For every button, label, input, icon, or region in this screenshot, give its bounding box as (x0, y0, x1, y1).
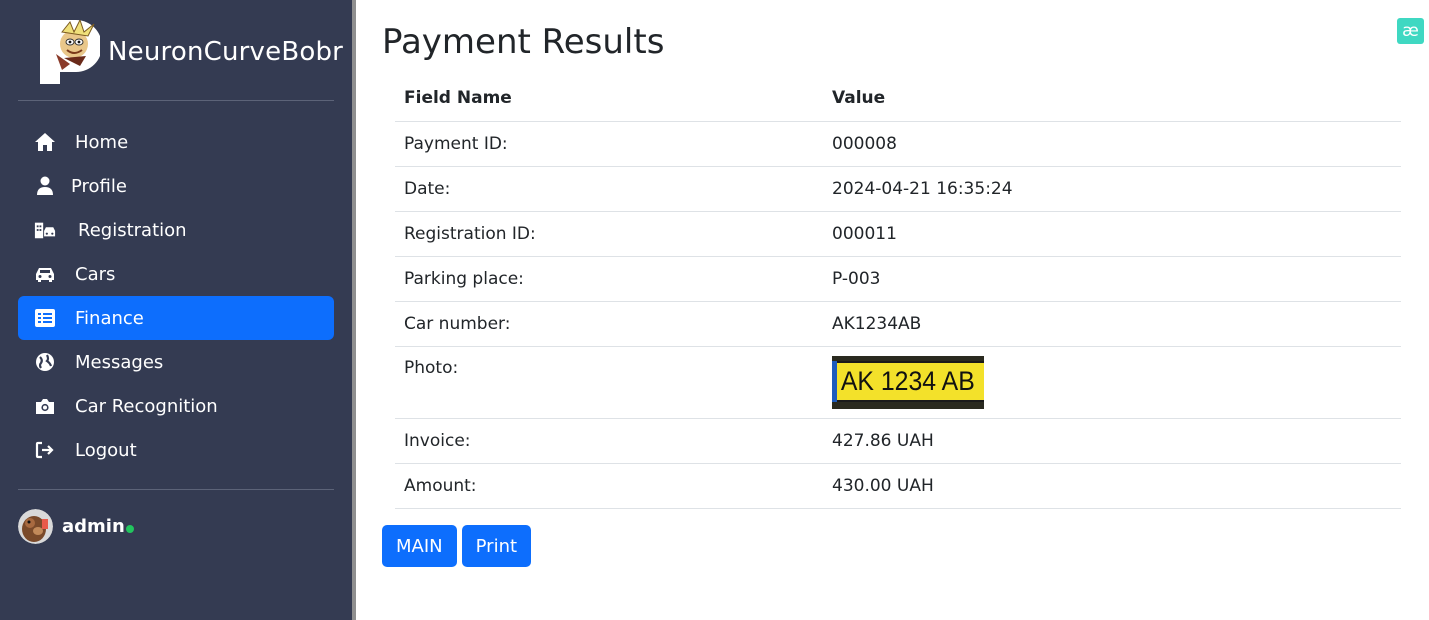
table-header-row: Field Name Value (395, 76, 1401, 122)
field-label: Payment ID: (395, 121, 823, 167)
field-value: 000008 (823, 121, 1401, 167)
field-label: Registration ID: (395, 211, 823, 257)
page-title: Payment Results (382, 22, 665, 62)
field-label: Invoice: (395, 418, 823, 464)
table-row: Amount: 430.00 UAH (395, 463, 1401, 509)
table-row: Payment ID: 000008 (395, 121, 1401, 167)
home-icon (34, 131, 56, 153)
field-label: Photo: (395, 346, 823, 419)
field-label: Amount: (395, 463, 823, 509)
sidebar: NeuronCurveBobr Home Profile Registratio… (0, 0, 352, 620)
column-header-field-name: Field Name (395, 76, 823, 122)
field-value: 430.00 UAH (823, 463, 1401, 509)
main-button[interactable]: MAIN (382, 525, 457, 567)
globe-icon (34, 351, 56, 373)
sidebar-item-messages[interactable]: Messages (18, 340, 334, 384)
action-buttons: MAIN Print (382, 525, 532, 567)
column-header-value: Value (823, 76, 1401, 122)
field-label: Date: (395, 166, 823, 212)
sidebar-divider (18, 100, 334, 101)
car-icon (34, 263, 56, 285)
brand[interactable]: NeuronCurveBobr (40, 18, 344, 84)
license-plate-photo: AK 1234 AB (832, 355, 984, 409)
user-name: admin (62, 515, 125, 537)
plate-country-strip (832, 360, 837, 402)
sidebar-item-profile[interactable]: Profile (18, 164, 334, 208)
sidebar-divider (18, 489, 334, 490)
app-root: NeuronCurveBobr Home Profile Registratio… (0, 0, 1429, 620)
sidebar-item-home[interactable]: Home (18, 120, 334, 164)
online-status-dot (125, 525, 134, 533)
sidebar-item-label: Finance (75, 307, 144, 329)
list-icon (34, 307, 56, 329)
avatar (18, 508, 53, 544)
field-value: AK 1234 AB (823, 346, 1401, 419)
sidebar-item-car-recognition[interactable]: Car Recognition (18, 384, 334, 428)
table-row: Registration ID: 000011 (395, 211, 1401, 257)
building-car-icon (34, 219, 56, 241)
payment-results-table: Field Name Value Payment ID: 000008 Date… (395, 76, 1401, 509)
table-row: Date: 2024-04-21 16:35:24 (395, 166, 1401, 212)
table-row: Parking place: P-003 (395, 256, 1401, 302)
print-button[interactable]: Print (461, 525, 532, 567)
license-plate-text: AK 1234 AB (841, 365, 975, 396)
logout-icon (34, 439, 56, 461)
field-label: Car number: (395, 301, 823, 347)
field-value: 427.86 UAH (823, 418, 1401, 464)
sidebar-item-logout[interactable]: Logout (18, 428, 334, 472)
table-row: Car number: AK1234AB (395, 301, 1401, 347)
main-content: Payment Results æ Field Name Value Payme… (356, 0, 1429, 620)
table-row: Invoice: 427.86 UAH (395, 418, 1401, 464)
sidebar-item-finance[interactable]: Finance (18, 296, 334, 340)
sidebar-item-cars[interactable]: Cars (18, 252, 334, 296)
user-menu[interactable]: admin (18, 508, 134, 544)
extension-badge-icon[interactable]: æ (1397, 18, 1424, 44)
sidebar-item-label: Logout (75, 439, 137, 461)
camera-icon (34, 395, 56, 417)
sidebar-item-label: Messages (75, 351, 164, 373)
sidebar-item-label: Car Recognition (75, 395, 218, 417)
license-plate: AK 1234 AB (832, 360, 984, 402)
sidebar-item-label: Profile (71, 175, 127, 197)
sidebar-item-label: Home (75, 131, 129, 153)
field-label: Parking place: (395, 256, 823, 302)
sidebar-item-registration[interactable]: Registration (18, 208, 334, 252)
field-value: P-003 (823, 256, 1401, 302)
sidebar-item-label: Registration (78, 219, 187, 241)
brand-logo (40, 18, 102, 84)
sidebar-nav: Home Profile Registration Cars Finance M… (18, 120, 334, 472)
field-value: AK1234AB (823, 301, 1401, 347)
sidebar-item-label: Cars (75, 263, 116, 285)
field-value: 2024-04-21 16:35:24 (823, 166, 1401, 212)
brand-title: NeuronCurveBobr (108, 37, 344, 67)
table-row: Photo: AK 1234 AB (395, 346, 1401, 419)
user-icon (34, 175, 56, 197)
field-value: 000011 (823, 211, 1401, 257)
